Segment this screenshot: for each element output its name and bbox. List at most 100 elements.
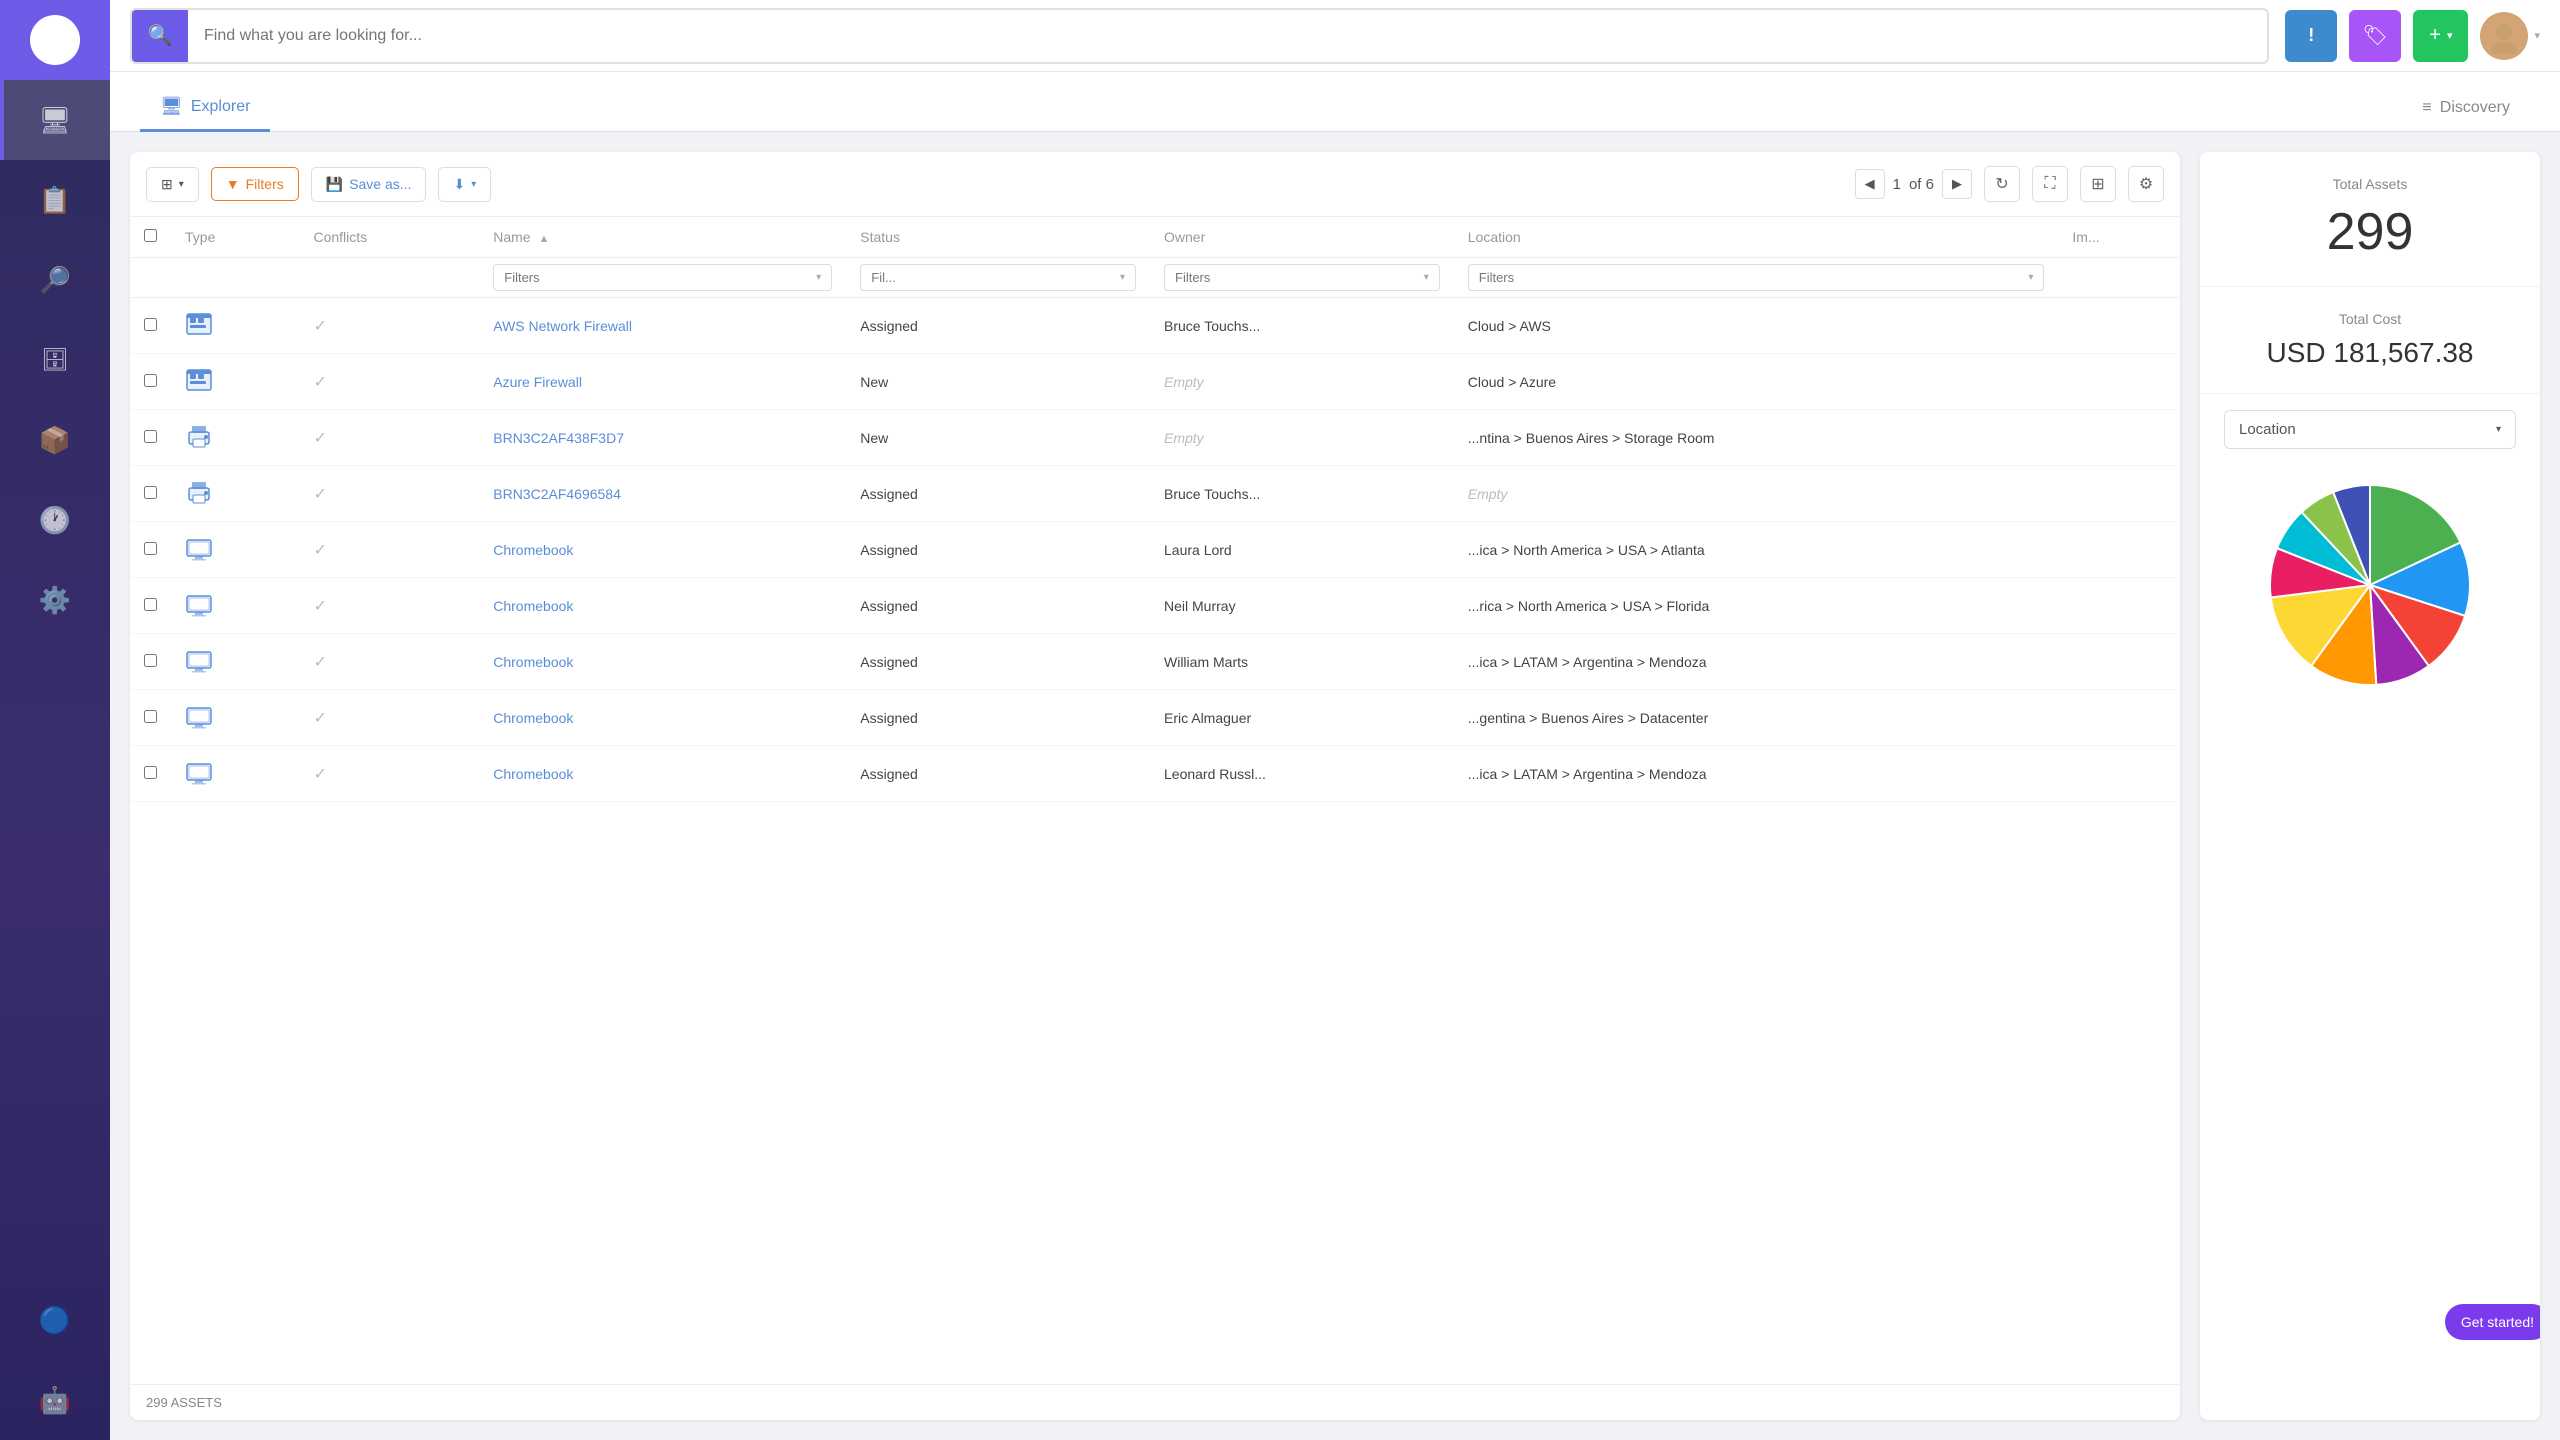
- location-selector[interactable]: Location ▾: [2224, 410, 2516, 449]
- prev-page-button[interactable]: ◀: [1855, 169, 1885, 199]
- filter-icon: ▼: [226, 176, 240, 192]
- tags-button[interactable]: 🏷: [2349, 10, 2401, 62]
- export-button[interactable]: ⬇ ▾: [438, 167, 491, 202]
- sidebar-item-settings[interactable]: ⚙️: [0, 560, 110, 640]
- status-cell: New: [846, 410, 1150, 466]
- type-icon: [185, 325, 213, 341]
- owner-filter[interactable]: Filters ▾: [1164, 264, 1440, 291]
- notification-button[interactable]: !: [2285, 10, 2337, 62]
- clock-icon: 🕐: [39, 505, 71, 536]
- table-row: ✓AWS Network FirewallAssignedBruce Touch…: [130, 298, 2180, 354]
- location-cell: ...ica > LATAM > Argentina > Mendoza: [1454, 634, 2059, 690]
- grid-view-button[interactable]: ⊞: [2080, 166, 2116, 202]
- filters-button[interactable]: ▼ Filters: [211, 167, 299, 201]
- asset-name[interactable]: BRN3C2AF438F3D7: [493, 430, 624, 446]
- total-assets-label: Total Assets: [2224, 176, 2516, 192]
- status-cell: Assigned: [846, 298, 1150, 354]
- tab-explorer[interactable]: 🖥 Explorer: [140, 84, 270, 132]
- explorer-tab-label: Explorer: [191, 98, 251, 116]
- row-checkbox[interactable]: [144, 654, 157, 667]
- im-cell: [2058, 410, 2180, 466]
- row-checkbox[interactable]: [144, 766, 157, 779]
- sidebar-item-monitoring[interactable]: 🔵: [0, 1280, 110, 1360]
- asset-name[interactable]: Chromebook: [493, 710, 573, 726]
- conflict-cell: ✓: [299, 298, 479, 354]
- conflict-cell: ✓: [299, 466, 479, 522]
- location-filter[interactable]: Filters ▾: [1468, 264, 2045, 291]
- table-row: ✓ChromebookAssignedLaura Lord...ica > No…: [130, 522, 2180, 578]
- asset-name[interactable]: Chromebook: [493, 542, 573, 558]
- search-input[interactable]: [188, 10, 2267, 62]
- row-checkbox[interactable]: [144, 486, 157, 499]
- im-cell: [2058, 466, 2180, 522]
- sidebar-item-clock[interactable]: 🕐: [0, 480, 110, 560]
- location-cell: Cloud > AWS: [1454, 298, 2059, 354]
- table-panel: ⊞ ▾ ▼ Filters 💾 Save as... ⬇ ▾ ◀: [130, 152, 2180, 1420]
- col-name[interactable]: Name ▲: [479, 217, 846, 258]
- status-filter[interactable]: Fil... ▾: [860, 264, 1136, 291]
- status-cell: New: [846, 354, 1150, 410]
- active-bar: [0, 80, 4, 160]
- row-checkbox[interactable]: [144, 430, 157, 443]
- asset-name[interactable]: Azure Firewall: [493, 374, 582, 390]
- location-cell: ...ntina > Buenos Aires > Storage Room: [1454, 410, 2059, 466]
- select-all-checkbox[interactable]: [144, 229, 157, 242]
- view-selector-button[interactable]: ⊞ ▾: [146, 167, 199, 202]
- type-icon: [185, 605, 213, 621]
- asset-name[interactable]: AWS Network Firewall: [493, 318, 632, 334]
- asset-name[interactable]: Chromebook: [493, 766, 573, 782]
- asset-name[interactable]: Chromebook: [493, 654, 573, 670]
- location-cell: ...gentina > Buenos Aires > Datacenter: [1454, 690, 2059, 746]
- settings-icon: ⚙: [2139, 174, 2153, 194]
- total-assets-value: 299: [2224, 202, 2516, 262]
- view-caret: ▾: [179, 179, 184, 190]
- fullscreen-button[interactable]: ⛶: [2032, 166, 2068, 202]
- sidebar-item-discovery[interactable]: 🔎: [0, 240, 110, 320]
- pie-chart: [2260, 475, 2480, 695]
- database-icon: 🗄: [41, 347, 69, 373]
- add-button[interactable]: + ▾: [2413, 10, 2468, 62]
- fullscreen-icon: ⛶: [2044, 175, 2055, 193]
- status-filter-caret: ▾: [1120, 272, 1125, 283]
- sidebar-item-packages[interactable]: 📦: [0, 400, 110, 480]
- sidebar-item-reports[interactable]: 📋: [0, 160, 110, 240]
- asset-name[interactable]: BRN3C2AF4696584: [493, 486, 621, 502]
- refresh-button[interactable]: ↻: [1984, 166, 2020, 202]
- next-page-button[interactable]: ▶: [1942, 169, 1972, 199]
- monitor-icon: 🖥: [38, 105, 71, 136]
- row-checkbox[interactable]: [144, 318, 157, 331]
- main-content: 🔍 ! 🏷 + ▾ ▾ 🖥 Ex: [110, 0, 2560, 1440]
- total-cost-value: USD 181,567.38: [2224, 337, 2516, 369]
- add-dropdown-icon: ▾: [2447, 29, 2453, 42]
- im-cell: [2058, 746, 2180, 802]
- user-avatar-container[interactable]: ▾: [2480, 12, 2540, 60]
- tab-discovery[interactable]: ≡ Discovery: [2402, 87, 2530, 132]
- location-cell: Empty: [1454, 466, 2059, 522]
- assets-table: Type Conflicts Name ▲ Status Owner Locat…: [130, 217, 2180, 1384]
- name-filter[interactable]: Filters ▾: [493, 264, 832, 291]
- settings-button[interactable]: ⚙: [2128, 166, 2164, 202]
- table-row: ✓ChromebookAssignedEric Almaguer...genti…: [130, 690, 2180, 746]
- asset-name[interactable]: Chromebook: [493, 598, 573, 614]
- get-started-button[interactable]: Get started!: [2445, 1304, 2540, 1340]
- save-as-button[interactable]: 💾 Save as...: [311, 167, 427, 202]
- location-chevron-icon: ▾: [2496, 424, 2501, 435]
- type-icon: [185, 661, 213, 677]
- explorer-tab-icon: 🖥: [160, 96, 183, 117]
- owner-cell: Laura Lord: [1150, 522, 1454, 578]
- status-cell: Assigned: [846, 466, 1150, 522]
- save-icon: 💾: [326, 176, 343, 193]
- search-container: 🔍: [130, 8, 2269, 64]
- search-button[interactable]: 🔍: [132, 10, 188, 62]
- row-checkbox[interactable]: [144, 710, 157, 723]
- sidebar-item-bot[interactable]: 🤖: [0, 1360, 110, 1440]
- sidebar-item-database[interactable]: 🗄: [0, 320, 110, 400]
- sidebar-logo[interactable]: [0, 0, 110, 80]
- conflict-cell: ✓: [299, 354, 479, 410]
- sidebar-item-assets[interactable]: 🖥: [0, 80, 110, 160]
- im-cell: [2058, 522, 2180, 578]
- row-checkbox[interactable]: [144, 598, 157, 611]
- status-cell: Assigned: [846, 578, 1150, 634]
- row-checkbox[interactable]: [144, 542, 157, 555]
- row-checkbox[interactable]: [144, 374, 157, 387]
